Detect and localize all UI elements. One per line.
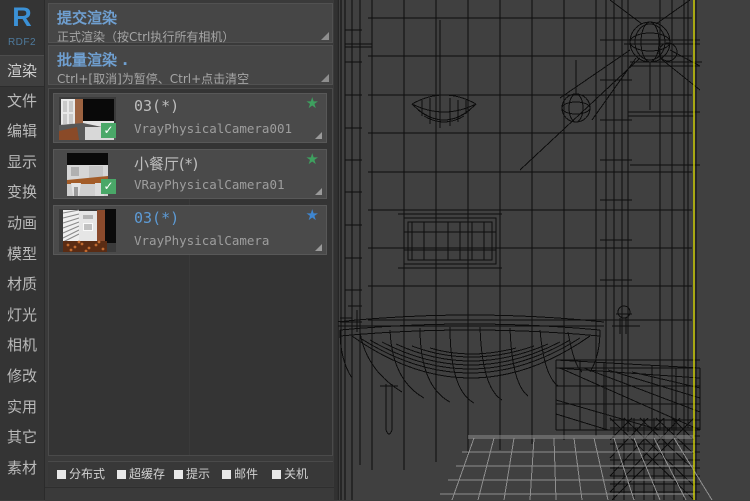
camera-list-item[interactable]: 03(*) VrayPhysicalCamera ★: [53, 205, 327, 255]
camera-thumbnail[interactable]: [59, 209, 116, 252]
sidebar-item-model[interactable]: 模型: [0, 239, 44, 269]
camera-object-name: VRayPhysicalCamera01: [134, 177, 285, 192]
sidebar-item-file[interactable]: 文件: [0, 86, 44, 116]
submit-render-block[interactable]: 提交渲染 正式渲染（按Ctrl执行所有相机）: [48, 3, 333, 44]
panel-scrollbar[interactable]: [334, 0, 337, 500]
camera-title: 03(*): [134, 209, 180, 227]
resize-grip-icon[interactable]: [321, 74, 329, 82]
option-label: 分布式: [69, 467, 106, 481]
app-logo: R: [12, 2, 32, 32]
sidebar-item-transform[interactable]: 变换: [0, 177, 44, 207]
resize-grip-icon[interactable]: [315, 188, 322, 195]
sidebar-item-assets[interactable]: 素材: [0, 453, 44, 483]
option-email[interactable]: 邮件: [222, 466, 258, 482]
camera-object-name: VrayPhysicalCamera: [134, 233, 270, 248]
options-bar: 分布式 超缓存 提示 邮件 关机: [48, 461, 333, 486]
option-label: 超缓存: [129, 467, 166, 481]
checkbox-icon[interactable]: [117, 470, 126, 479]
checkbox-icon[interactable]: [174, 470, 183, 479]
sidebar-item-camera[interactable]: 相机: [0, 330, 44, 360]
camera-enabled-checkbox[interactable]: ✓: [101, 123, 116, 138]
render-panel: 提交渲染 正式渲染（按Ctrl执行所有相机） 批量渲染 . Ctrl+[取消]为…: [45, 0, 338, 501]
camera-title: 小餐厅(*): [134, 155, 199, 173]
option-notify[interactable]: 提示: [174, 466, 210, 482]
camera-enabled-checkbox[interactable]: ✓: [101, 179, 116, 194]
option-label: 邮件: [234, 467, 259, 481]
resize-grip-icon[interactable]: [315, 132, 322, 139]
submit-render-title: 提交渲染: [57, 9, 118, 27]
camera-list-item[interactable]: ✓ 03(*) VrayPhysicalCamera001 ★: [53, 93, 327, 143]
option-distributed[interactable]: 分布式: [57, 466, 105, 482]
app-logo-subtitle: RDF2: [7, 37, 37, 48]
sidebar-item-material[interactable]: 材质: [0, 269, 44, 299]
resize-grip-icon[interactable]: [315, 244, 322, 251]
checkbox-icon[interactable]: [222, 470, 231, 479]
sidebar-item-light[interactable]: 灯光: [0, 300, 44, 330]
sidebar-item-animation[interactable]: 动画: [0, 208, 44, 238]
favorite-star-icon[interactable]: ★: [306, 208, 319, 223]
sidebar-item-render[interactable]: 渲染: [0, 55, 44, 87]
camera-list-item[interactable]: ✓ 小餐厅(*) VRayPhysicalCamera01 ★: [53, 149, 327, 199]
option-super-cache[interactable]: 超缓存: [117, 466, 165, 482]
checkbox-icon[interactable]: [57, 470, 66, 479]
left-sidebar: R RDF2 渲染 文件 编辑 显示 变换 动画 模型 材质 灯光 相机 修改 实用 其它 素材: [0, 0, 45, 500]
option-label: 提示: [186, 467, 211, 481]
batch-render-block[interactable]: 批量渲染 . Ctrl+[取消]为暂停、Ctrl+点击清空: [48, 45, 333, 86]
sidebar-item-edit[interactable]: 编辑: [0, 116, 44, 146]
sidebar-item-modify[interactable]: 修改: [0, 361, 44, 391]
sidebar-item-other[interactable]: 其它: [0, 422, 44, 452]
option-label: 关机: [284, 467, 309, 481]
submit-render-subtitle: 正式渲染（按Ctrl执行所有相机）: [57, 30, 235, 44]
batch-render-subtitle: Ctrl+[取消]为暂停、Ctrl+点击清空: [57, 72, 250, 86]
sidebar-item-display[interactable]: 显示: [0, 147, 44, 177]
panel-bottom-strip: [45, 487, 337, 501]
camera-title: 03(*): [134, 97, 180, 115]
favorite-star-icon[interactable]: ★: [306, 96, 319, 111]
checkbox-icon[interactable]: [272, 470, 281, 479]
camera-object-name: VrayPhysicalCamera001: [134, 121, 293, 136]
option-shutdown[interactable]: 关机: [272, 466, 308, 482]
resize-grip-icon[interactable]: [321, 32, 329, 40]
sidebar-item-utility[interactable]: 实用: [0, 392, 44, 422]
batch-render-title: 批量渲染 .: [57, 51, 128, 69]
camera-list[interactable]: ✓ 03(*) VrayPhysicalCamera001 ★ ✓ 小餐厅(*) VRayP…: [48, 88, 333, 456]
favorite-star-icon[interactable]: ★: [306, 152, 319, 167]
